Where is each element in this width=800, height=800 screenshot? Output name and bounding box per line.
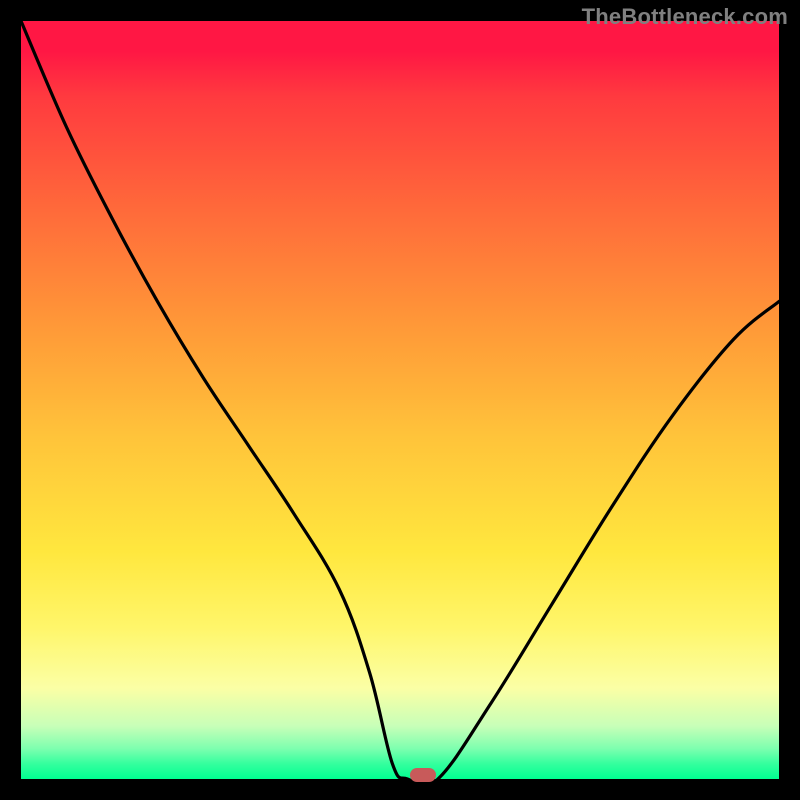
bottleneck-curve: [21, 21, 779, 779]
watermark-label: TheBottleneck.com: [582, 4, 788, 30]
optimal-marker: [410, 768, 436, 782]
chart-frame: TheBottleneck.com: [0, 0, 800, 800]
plot-area: [21, 21, 779, 779]
